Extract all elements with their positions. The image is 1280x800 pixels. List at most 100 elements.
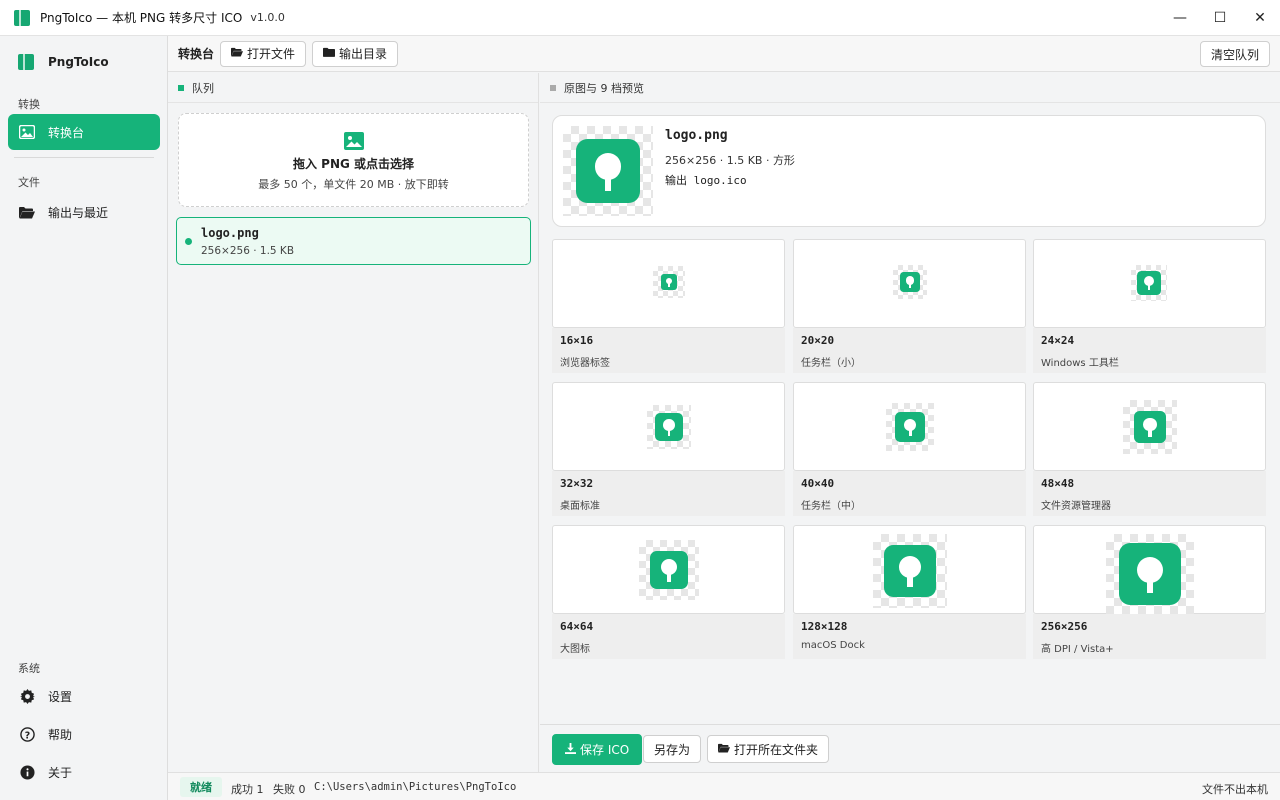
size-label: 32×32 [560, 477, 594, 490]
section-label-file: 文件 [18, 176, 40, 189]
logo-icon [1137, 271, 1161, 295]
dropzone[interactable]: 拖入 PNG 或点击选择 最多 50 个，单文件 20 MB · 放下即转 [178, 113, 529, 207]
size-tile: 48×48 文件资源管理器 [1033, 382, 1266, 516]
open-file-button[interactable]: 打开文件 [220, 40, 307, 67]
preview-panel: 原图与 9 档预览 logo.png 256×256 · 1.5 KB · 方形… [540, 73, 1280, 724]
size-thumbnail [1131, 265, 1167, 301]
size-label: 20×20 [801, 334, 835, 347]
preview-heading: 原图与 9 档预览 [564, 81, 644, 95]
size-description: Windows 工具栏 [1041, 358, 1119, 369]
queue-marker-icon [178, 84, 184, 91]
source-file-name: logo.png [665, 128, 728, 143]
section-label-convert: 转换 [18, 98, 40, 111]
logo-icon [650, 551, 688, 589]
queue-item-meta: 256×256 · 1.5 KB [201, 245, 295, 257]
save-as-button[interactable]: 另存为 [643, 735, 702, 763]
folder-open-icon [718, 743, 730, 756]
size-thumbnail [1106, 534, 1194, 614]
help-circle-icon: ? [18, 725, 36, 743]
open-folder-button[interactable]: 打开所在文件夹 [707, 735, 830, 763]
size-tile: 32×32 桌面标准 [552, 382, 785, 516]
size-tile: 128×128 macOS Dock [793, 525, 1026, 659]
size-description: macOS Dock [801, 640, 865, 651]
save-ico-label: 保存 ICO [580, 743, 630, 757]
size-tile: 20×20 任务栏（小） [793, 239, 1026, 373]
folder-open-icon [18, 203, 36, 221]
size-thumbnail [873, 534, 947, 608]
section-label-system: 系统 [18, 662, 40, 675]
size-description: 文件资源管理器 [1041, 501, 1111, 512]
logo-icon [661, 274, 677, 290]
clear-queue-label: 清空队列 [1210, 47, 1259, 62]
size-description: 大图标 [560, 644, 590, 655]
size-description: 任务栏（小） [801, 358, 861, 369]
status-badge: 就绪 [180, 777, 222, 797]
minimize-icon: — [1173, 10, 1187, 26]
size-info: 32×32 桌面标准 [552, 471, 785, 516]
output-path: C:\Users\admin\Pictures\PngToIco [314, 781, 517, 793]
size-preview-box [793, 239, 1026, 328]
privacy-note: 文件不出本机 [1202, 783, 1268, 796]
size-label: 256×256 [1041, 620, 1088, 633]
toolbar-title: 转换台 [178, 47, 215, 61]
info-icon [18, 763, 36, 781]
save-ico-button[interactable]: 保存 ICO [552, 734, 643, 765]
sidebar-item-label: 关于 [48, 765, 73, 780]
sidebar-divider [14, 157, 154, 158]
success-count: 成功 1 [231, 783, 264, 796]
size-preview-box [552, 525, 785, 614]
toolbar: 转换台 打开文件 输出目录 清空队列 [168, 36, 1280, 72]
size-info: 40×40 任务栏（中） [793, 471, 1026, 516]
size-label: 40×40 [801, 477, 835, 490]
app-version: v1.0.0 [250, 11, 285, 24]
size-description: 桌面标准 [560, 501, 600, 512]
size-tile: 256×256 高 DPI / Vista+ [1033, 525, 1266, 659]
svg-text:?: ? [24, 730, 29, 741]
open-folder-label: 打开所在文件夹 [734, 742, 819, 757]
size-preview-box [552, 382, 785, 471]
brand: PngToIco [18, 54, 109, 70]
size-info: 256×256 高 DPI / Vista+ [1033, 614, 1266, 659]
sidebar-item-workbench[interactable]: 转换台 [8, 114, 160, 150]
size-preview-box [1033, 525, 1266, 614]
sidebar-item-help[interactable]: ? 帮助 [8, 716, 160, 752]
sidebar-item-settings[interactable]: 设置 [8, 678, 160, 714]
close-icon: ✕ [1254, 10, 1266, 26]
queue-heading: 队列 [192, 81, 214, 95]
logo-icon [900, 272, 920, 292]
size-label: 16×16 [560, 334, 594, 347]
preview-marker-icon [550, 84, 556, 91]
sidebar-item-output-recent[interactable]: 输出与最近 [8, 194, 160, 230]
logo-icon [1119, 543, 1181, 605]
size-tile: 24×24 Windows 工具栏 [1033, 239, 1266, 373]
size-description: 浏览器标签 [560, 358, 610, 369]
queue-item-name: logo.png [201, 226, 259, 240]
queue-panel: 队列 拖入 PNG 或点击选择 最多 50 个，单文件 20 MB · 放下即转… [168, 73, 539, 772]
output-file-name: 输出 logo.ico [665, 174, 747, 187]
queue-item[interactable]: logo.png 256×256 · 1.5 KB [176, 217, 531, 265]
queue-header: 队列 [168, 73, 538, 103]
source-thumbnail [563, 126, 653, 216]
preview-header: 原图与 9 档预览 [540, 73, 1280, 103]
close-button[interactable]: ✕ [1240, 0, 1280, 36]
size-info: 20×20 任务栏（小） [793, 328, 1026, 373]
clear-queue-button[interactable]: 清空队列 [1199, 41, 1270, 67]
dropzone-subtitle: 最多 50 个，单文件 20 MB · 放下即转 [258, 178, 449, 191]
open-file-label: 打开文件 [247, 47, 296, 61]
sidebar-item-about[interactable]: 关于 [8, 754, 160, 790]
fail-count: 失败 0 [273, 783, 306, 796]
logo-icon [884, 545, 936, 597]
minimize-button[interactable]: — [1160, 0, 1200, 36]
size-thumbnail [653, 266, 685, 298]
size-tile: 40×40 任务栏（中） [793, 382, 1026, 516]
output-dir-button[interactable]: 输出目录 [312, 40, 399, 67]
size-tile: 64×64 大图标 [552, 525, 785, 659]
size-tile: 16×16 浏览器标签 [552, 239, 785, 373]
status-bar: 就绪 成功 1 失败 0 C:\Users\admin\Pictures\Png… [168, 772, 1280, 800]
size-info: 64×64 大图标 [552, 614, 785, 659]
sidebar: PngToIco 转换 转换台 文件 输出与最近 系统 设置 ? 帮助 关于 [0, 36, 168, 800]
size-label: 128×128 [801, 620, 848, 633]
download-icon [565, 742, 576, 757]
maximize-button[interactable]: ☐ [1200, 0, 1240, 36]
size-preview-box [1033, 382, 1266, 471]
